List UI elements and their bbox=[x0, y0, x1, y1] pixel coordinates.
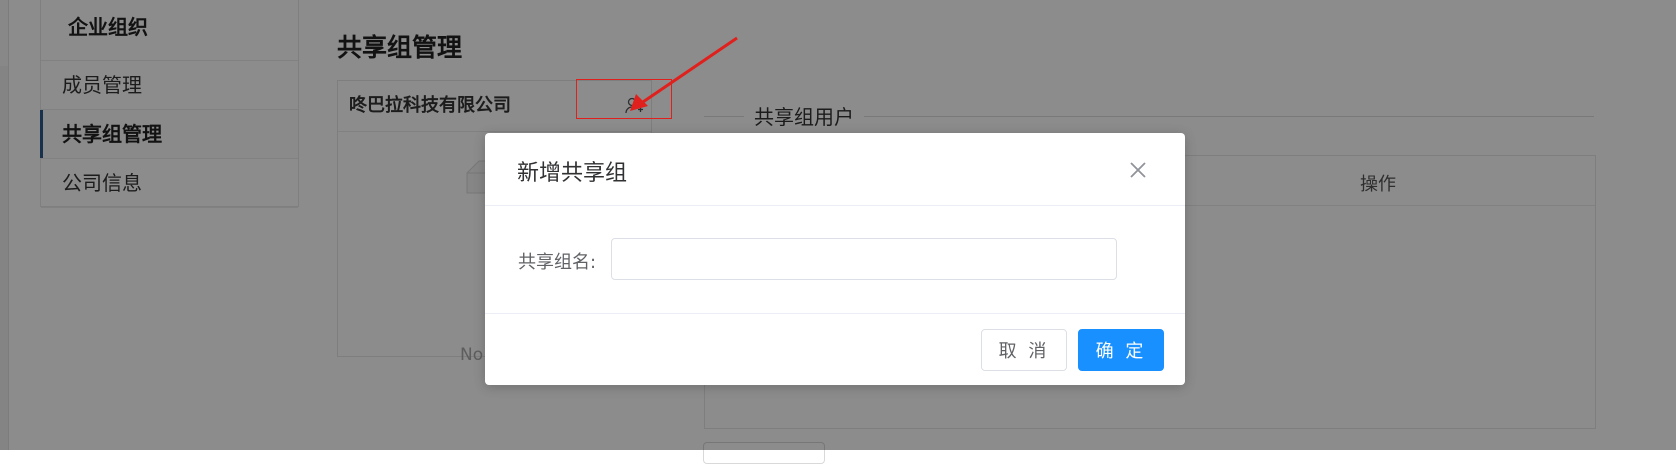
close-icon[interactable] bbox=[1126, 158, 1150, 182]
group-name-label: 共享组名: bbox=[518, 252, 597, 273]
dialog-title: 新增共享组 bbox=[517, 161, 628, 186]
confirm-button[interactable]: 确 定 bbox=[1078, 329, 1164, 371]
group-name-input[interactable] bbox=[611, 238, 1117, 280]
cancel-button[interactable]: 取 消 bbox=[981, 329, 1067, 371]
dialog-footer-divider bbox=[485, 313, 1185, 314]
add-share-group-dialog: 新增共享组 共享组名: 取 消 确 定 bbox=[485, 133, 1185, 385]
annotation-arrow-icon bbox=[630, 36, 738, 111]
dialog-header-divider bbox=[485, 205, 1185, 206]
